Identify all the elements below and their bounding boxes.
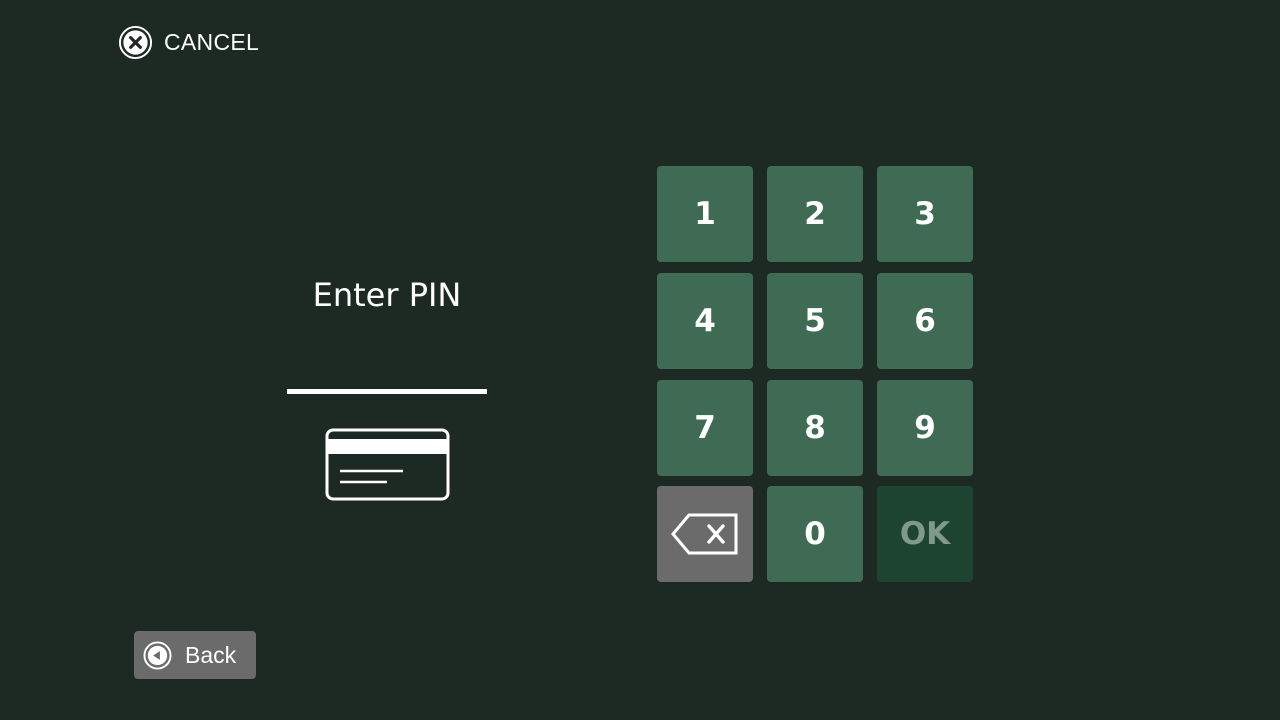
key-8[interactable]: 8 — [767, 380, 863, 476]
cancel-button[interactable]: CANCEL — [118, 24, 259, 60]
ok-button[interactable]: OK — [877, 486, 973, 582]
key-6[interactable]: 6 — [877, 273, 973, 369]
key-3[interactable]: 3 — [877, 166, 973, 262]
backspace-icon — [671, 513, 738, 555]
key-2[interactable]: 2 — [767, 166, 863, 262]
backspace-button[interactable] — [657, 486, 753, 582]
pin-entry-screen: CANCEL Enter PIN 1 2 3 4 5 6 7 8 9 0 OK … — [0, 0, 1280, 720]
credit-card-icon — [325, 428, 450, 501]
pin-input-line — [287, 389, 487, 394]
key-1[interactable]: 1 — [657, 166, 753, 262]
cancel-label: CANCEL — [164, 28, 260, 55]
key-9[interactable]: 9 — [877, 380, 973, 476]
key-0[interactable]: 0 — [767, 486, 863, 582]
key-5[interactable]: 5 — [767, 273, 863, 369]
close-circle-icon — [118, 25, 153, 59]
back-button[interactable]: Back — [134, 631, 256, 679]
key-7[interactable]: 7 — [657, 380, 753, 476]
key-4[interactable]: 4 — [657, 273, 753, 369]
back-label: Back — [185, 641, 237, 668]
page-title: Enter PIN — [312, 276, 462, 314]
arrow-left-circle-icon — [143, 640, 172, 670]
